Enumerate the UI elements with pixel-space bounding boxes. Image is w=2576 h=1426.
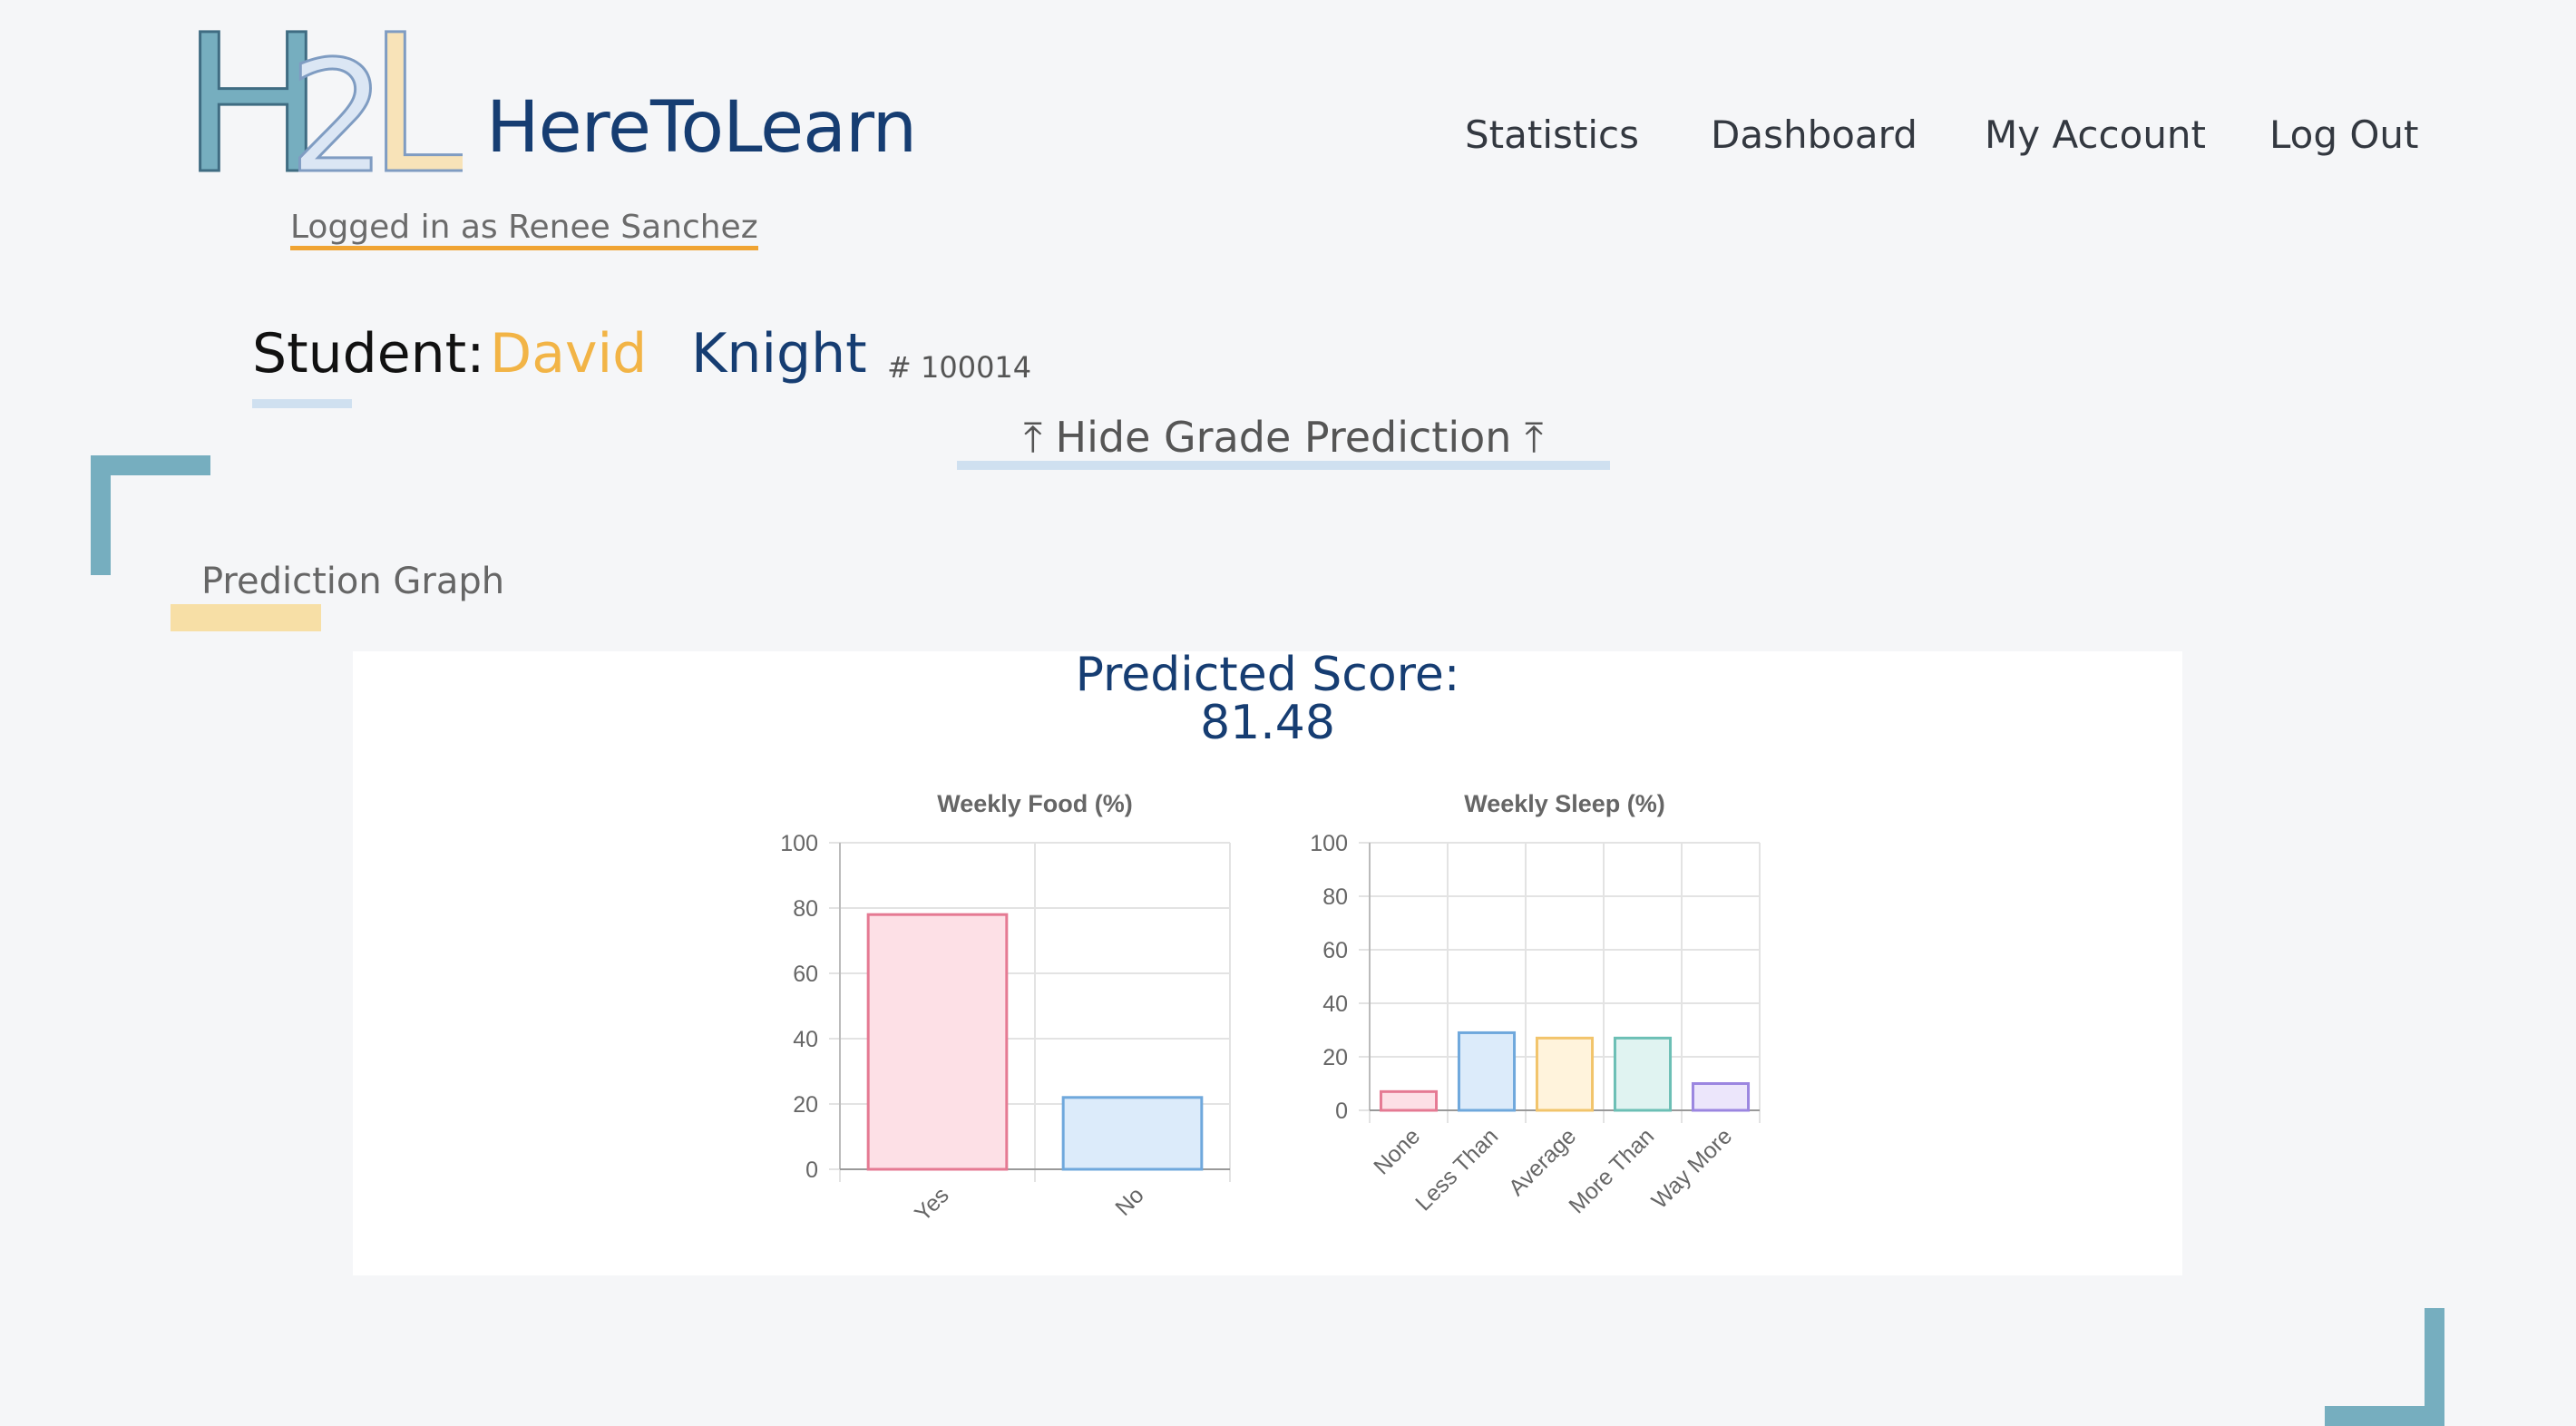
weekly-food-chart: Weekly Food (%) 0 20 40 60 80 100 Yes No <box>780 790 1231 1226</box>
student-id: # 100014 <box>887 350 1032 385</box>
y-tick-label: 40 <box>1322 991 1348 1017</box>
logo-letter-l: L <box>367 27 463 177</box>
frame-corner-top-left-vertical <box>91 455 111 575</box>
hide-grade-prediction-button[interactable]: ⤒ Hide Grade Prediction ⤒ <box>957 413 1610 464</box>
y-tick-label: 100 <box>1310 831 1348 856</box>
x-tick-label: Less Than <box>1410 1123 1503 1216</box>
student-label: Student: <box>252 322 485 386</box>
chart-bar[interactable] <box>1061 1096 1204 1171</box>
nav-my-account[interactable]: My Account <box>1985 112 2206 157</box>
chart-bar[interactable] <box>866 913 1009 1171</box>
chart-bar[interactable] <box>1457 1030 1517 1112</box>
y-tick-label: 20 <box>1322 1045 1348 1070</box>
x-tick-label: Way More <box>1647 1123 1738 1214</box>
chart-bar[interactable] <box>1691 1082 1751 1112</box>
predicted-score-value: 81.48 <box>1200 696 1335 751</box>
predicted-score-label: Predicted Score: <box>1075 648 1460 702</box>
student-first-name: David <box>490 322 648 386</box>
y-tick-label: 0 <box>805 1157 818 1183</box>
x-tick-label: No <box>1110 1182 1148 1220</box>
y-tick-label: 80 <box>1322 884 1348 910</box>
frame-corner-bottom-right-vertical <box>2425 1308 2444 1426</box>
logged-in-link[interactable]: Logged in as Renee Sanchez <box>290 209 758 251</box>
brand-name[interactable]: HereToLearn <box>486 93 917 163</box>
x-tick-label: More Than <box>1564 1123 1659 1218</box>
chart-bar[interactable] <box>1379 1089 1439 1112</box>
chart-bar[interactable] <box>1613 1036 1673 1112</box>
nav-log-out[interactable]: Log Out <box>2269 112 2419 157</box>
chart-bar[interactable] <box>1535 1036 1595 1112</box>
y-tick-label: 0 <box>1335 1099 1348 1124</box>
y-tick-label: 20 <box>793 1092 818 1118</box>
weekly-sleep-chart: Weekly Sleep (%) 0 20 40 60 80 100 NoneLess Tha… <box>1310 790 1761 1218</box>
student-last-name: Knight <box>691 322 867 386</box>
y-tick-label: 80 <box>793 896 818 922</box>
y-tick-label: 60 <box>793 962 818 987</box>
nav-statistics[interactable]: Statistics <box>1465 112 1639 157</box>
predicted-score: Predicted Score: 81.48 <box>353 648 2182 751</box>
chart-title: Weekly Food (%) <box>937 790 1133 817</box>
x-tick-label: None <box>1369 1123 1425 1179</box>
y-tick-label: 100 <box>780 831 818 856</box>
x-tick-label: Yes <box>910 1182 954 1226</box>
y-tick-label: 60 <box>1322 938 1348 963</box>
y-tick-label: 40 <box>793 1027 818 1052</box>
section-title: Prediction Graph <box>201 561 505 602</box>
student-underline <box>252 399 352 408</box>
section-title-highlight <box>171 604 321 631</box>
h2l-logo[interactable]: H 2 L <box>181 27 463 177</box>
toggle-underline <box>957 461 1610 470</box>
chart-title: Weekly Sleep (%) <box>1464 790 1665 817</box>
x-tick-label: Average <box>1504 1123 1581 1200</box>
nav-dashboard[interactable]: Dashboard <box>1711 112 1917 157</box>
